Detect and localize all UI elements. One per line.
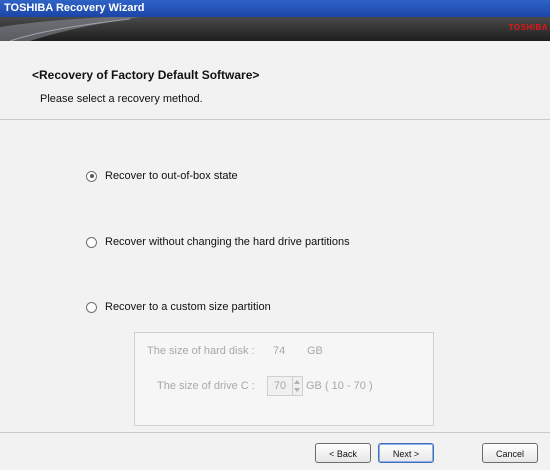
radio-keep-partitions[interactable] bbox=[86, 236, 97, 248]
spinner-up-icon[interactable] bbox=[294, 380, 300, 384]
cancel-button[interactable]: Cancel bbox=[482, 443, 538, 463]
disk-size-unit: GB bbox=[307, 345, 323, 357]
drive-c-size-spinner[interactable] bbox=[293, 376, 303, 396]
drive-c-size-input[interactable]: 70 bbox=[267, 376, 293, 396]
option-out-of-box-label[interactable]: Recover to out-of-box state bbox=[105, 170, 238, 182]
custom-partition-group: The size of hard disk : 74 GB The size o… bbox=[134, 332, 434, 426]
option-custom-partition[interactable]: Recover to a custom size partition bbox=[86, 301, 271, 313]
banner-swoosh-graphic bbox=[0, 17, 140, 41]
disk-size-value: 74 bbox=[273, 345, 286, 357]
option-custom-partition-label[interactable]: Recover to a custom size partition bbox=[105, 301, 271, 313]
back-button[interactable]: < Back bbox=[315, 443, 371, 463]
page-title: <Recovery of Factory Default Software> bbox=[32, 68, 260, 82]
drive-c-label: The size of drive C : bbox=[157, 380, 255, 392]
next-button[interactable]: Next > bbox=[378, 443, 434, 463]
drive-c-range: GB ( 10 - 70 ) bbox=[306, 380, 373, 392]
wizard-footer: < Back Next > Cancel bbox=[0, 433, 550, 470]
radio-custom-partition[interactable] bbox=[86, 301, 97, 313]
option-out-of-box[interactable]: Recover to out-of-box state bbox=[86, 170, 238, 182]
page-subtitle: Please select a recovery method. bbox=[40, 93, 203, 105]
disk-size-label: The size of hard disk : bbox=[147, 345, 255, 357]
radio-out-of-box[interactable] bbox=[86, 170, 97, 182]
option-keep-partitions[interactable]: Recover without changing the hard drive … bbox=[86, 236, 350, 248]
header-divider bbox=[0, 119, 550, 120]
recovery-wizard-window: TOSHIBA Recovery Wizard TOSHIBA <Recover… bbox=[0, 0, 550, 470]
toshiba-logo: TOSHIBA bbox=[508, 23, 548, 32]
header-banner: TOSHIBA bbox=[0, 17, 550, 41]
window-titlebar: TOSHIBA Recovery Wizard bbox=[0, 0, 550, 17]
spinner-down-icon[interactable] bbox=[294, 388, 300, 392]
option-keep-partitions-label[interactable]: Recover without changing the hard drive … bbox=[105, 236, 350, 248]
wizard-header: <Recovery of Factory Default Software> P… bbox=[0, 41, 550, 119]
